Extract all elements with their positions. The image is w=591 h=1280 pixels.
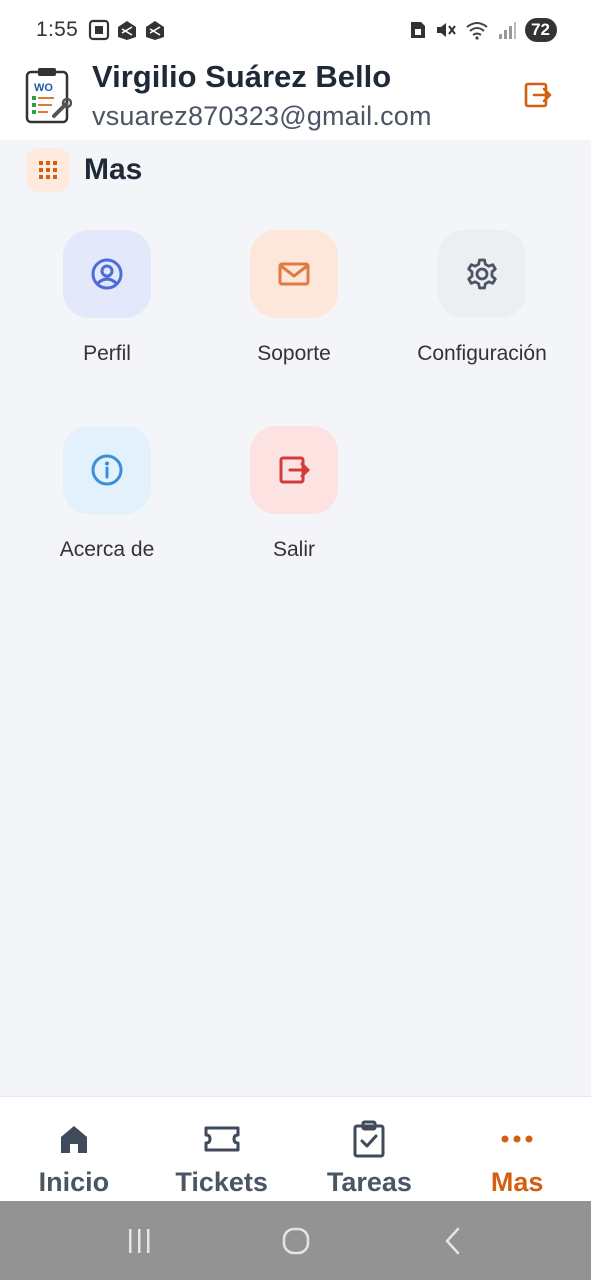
recent-apps-button[interactable] [109, 1211, 169, 1271]
nav-item-mas[interactable]: Mas [443, 1097, 591, 1201]
nav-item-tickets[interactable]: Tickets [148, 1097, 296, 1201]
menu-item-soporte[interactable]: Soporte [200, 230, 388, 390]
sim-icon [411, 22, 426, 38]
menu-item-salir[interactable]: Salir [200, 426, 388, 586]
menu-item-label: Salir [272, 538, 315, 561]
menu-item-perfil[interactable]: Perfil [13, 230, 201, 390]
back-button[interactable] [423, 1211, 483, 1271]
battery-level: 72 [531, 20, 550, 39]
status-bar: 1:55 72 [0, 0, 591, 60]
logout-icon [250, 426, 338, 514]
menu-item-label: Perfil [83, 342, 131, 365]
app-notification-icon [118, 21, 137, 40]
user-email: vsuarez870323@gmail.com [92, 101, 432, 131]
home-icon [54, 1119, 94, 1159]
bottom-nav: Inicio Tickets Tareas Mas [0, 1096, 591, 1201]
wifi-icon [466, 22, 488, 40]
app-logo-text: WO [34, 82, 53, 94]
logout-icon[interactable] [523, 80, 553, 110]
user-info: Virgilio Suárez Bello vsuarez870323@gmai… [92, 60, 432, 132]
app-logo-icon: WO [25, 68, 72, 124]
mute-icon [437, 23, 456, 37]
nav-item-tareas[interactable]: Tareas [296, 1097, 444, 1201]
menu-item-label: Soporte [257, 342, 331, 365]
clipboard-check-icon [349, 1119, 389, 1159]
section-header: Mas [26, 148, 142, 192]
back-chevron-icon [445, 1227, 459, 1254]
gear-icon [438, 230, 526, 318]
screenshot-icon [88, 19, 110, 41]
menu-item-configuracion[interactable]: Configuración [388, 230, 576, 390]
battery-icon: 72 [525, 18, 557, 42]
status-right: 72 [409, 18, 557, 42]
mail-icon [250, 230, 338, 318]
nav-label: Tareas [326, 1167, 412, 1197]
ticket-icon [202, 1119, 242, 1159]
home-button[interactable] [266, 1211, 326, 1271]
section-title: Mas [84, 153, 143, 186]
nav-label: Tickets [175, 1167, 268, 1197]
recent-apps-icon [128, 1228, 149, 1253]
app-header: WO Virgilio Suárez Bello vsuarez870323@g… [0, 60, 591, 140]
user-circle-icon [63, 230, 151, 318]
nav-label: Inicio [38, 1167, 110, 1197]
signal-icon [499, 22, 517, 39]
more-dots-icon [497, 1119, 537, 1159]
system-nav-bar [0, 1201, 591, 1280]
menu-item-label: Configuración [417, 342, 547, 365]
nav-item-inicio[interactable]: Inicio [0, 1097, 148, 1201]
status-notification-icons [88, 19, 166, 41]
nav-label: Mas [490, 1167, 544, 1197]
user-name: Virgilio Suárez Bello [92, 59, 392, 94]
app-notification-icon [146, 21, 165, 40]
menu-item-label: Acerca de [59, 538, 155, 561]
status-left: 1:55 [36, 18, 166, 42]
home-circle-icon [282, 1227, 309, 1254]
menu-item-acerca-de[interactable]: Acerca de [13, 426, 201, 586]
status-time: 1:55 [36, 18, 79, 41]
info-icon [63, 426, 151, 514]
grid-icon [26, 148, 70, 192]
